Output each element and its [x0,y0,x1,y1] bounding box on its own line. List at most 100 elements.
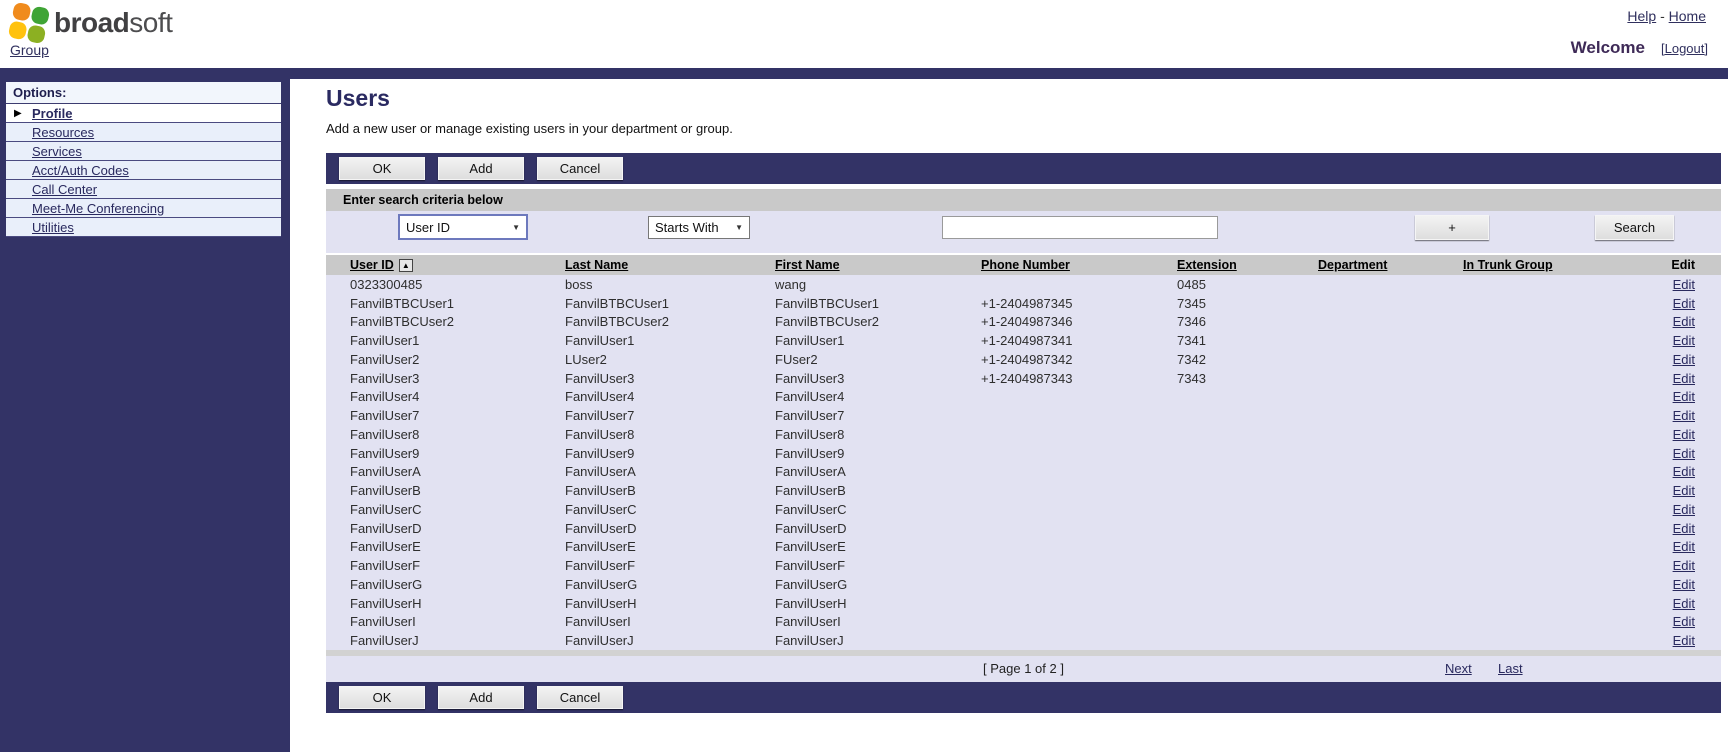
cell-phone [957,481,1153,500]
sidebar-item-services[interactable]: Services [6,142,281,161]
sidebar-item-resources[interactable]: Resources [6,123,281,142]
cancel-button[interactable]: Cancel [537,157,623,180]
edit-link[interactable]: Edit [1673,296,1695,311]
edit-link[interactable]: Edit [1673,577,1695,592]
search-button[interactable]: Search [1595,215,1674,240]
cell-edit: Edit [1626,613,1721,632]
cell-last-name: FanvilUserF [541,556,751,575]
logout-link[interactable]: [Logout] [1661,41,1708,56]
cell-first-name: FanvilUserH [751,594,957,613]
cell-last-name: LUser2 [541,350,751,369]
sidebar-item-label[interactable]: Resources [32,125,94,140]
cell-in-trunk-group [1439,463,1626,482]
sort-user-id-link[interactable]: User ID [350,258,394,272]
cell-edit: Edit [1626,538,1721,557]
edit-link[interactable]: Edit [1673,446,1695,461]
sort-first-name-link[interactable]: First Name [775,258,840,272]
ok-button[interactable]: OK [339,157,425,180]
edit-link[interactable]: Edit [1673,427,1695,442]
cell-first-name: FanvilUserE [751,538,957,557]
sidebar-item-label[interactable]: Utilities [32,220,74,235]
sidebar-item-meet-me-conferencing[interactable]: Meet-Me Conferencing [6,199,281,218]
search-input[interactable] [942,216,1218,239]
table-row: FanvilUser3FanvilUser3FanvilUser3+1-2404… [326,369,1721,388]
edit-link[interactable]: Edit [1673,502,1695,517]
help-link[interactable]: Help [1627,8,1656,24]
edit-link[interactable]: Edit [1673,539,1695,554]
cell-user-id: 0323300485 [326,275,541,294]
cell-edit: Edit [1626,519,1721,538]
add-criteria-button[interactable]: + [1415,215,1489,240]
sort-department-link[interactable]: Department [1318,258,1387,272]
cell-last-name: FanvilBTBCUser1 [541,294,751,313]
cell-department [1294,538,1439,557]
sort-extension-link[interactable]: Extension [1177,258,1237,272]
table-row: FanvilBTBCUser2FanvilBTBCUser2FanvilBTBC… [326,313,1721,332]
cell-extension [1153,519,1294,538]
cell-phone [957,463,1153,482]
table-row: FanvilUserJFanvilUserJFanvilUserJEdit [326,631,1721,650]
edit-link[interactable]: Edit [1673,352,1695,367]
users-table-body: 0323300485bosswang0485EditFanvilBTBCUser… [326,275,1721,650]
edit-link[interactable]: Edit [1673,521,1695,536]
edit-link[interactable]: Edit [1673,389,1695,404]
search-mode-select[interactable]: Starts With ▼ [648,216,750,239]
sidebar-item-label[interactable]: Meet-Me Conferencing [32,201,164,216]
edit-link[interactable]: Edit [1673,277,1695,292]
edit-link[interactable]: Edit [1673,333,1695,348]
sidebar-item-profile[interactable]: ▶Profile [6,104,281,123]
cell-department [1294,631,1439,650]
sidebar-item-label[interactable]: Services [32,144,82,159]
edit-link[interactable]: Edit [1673,408,1695,423]
sidebar-item-label[interactable]: Profile [32,106,72,121]
cell-first-name: FanvilUserG [751,575,957,594]
cell-user-id: FanvilBTBCUser2 [326,313,541,332]
sidebar-item-utilities[interactable]: Utilities [6,218,281,237]
add-button[interactable]: Add [438,157,524,180]
sort-last-name-link[interactable]: Last Name [565,258,628,272]
cell-last-name: boss [541,275,751,294]
cell-in-trunk-group [1439,538,1626,557]
cancel-button-bottom[interactable]: Cancel [537,686,623,709]
cell-department [1294,350,1439,369]
cell-user-id: FanvilUser2 [326,350,541,369]
edit-link[interactable]: Edit [1673,483,1695,498]
edit-link[interactable]: Edit [1673,633,1695,648]
sort-phone-number-link[interactable]: Phone Number [981,258,1070,272]
cell-extension: 7345 [1153,294,1294,313]
cell-extension: 7341 [1153,331,1294,350]
table-row: FanvilUserEFanvilUserEFanvilUserEEdit [326,538,1721,557]
cell-phone [957,406,1153,425]
search-field-select[interactable]: User ID ▼ [398,214,528,240]
edit-link[interactable]: Edit [1673,558,1695,573]
cell-last-name: FanvilUserB [541,481,751,500]
home-link[interactable]: Home [1669,8,1706,24]
cell-phone: +1-2404987345 [957,294,1153,313]
edit-link[interactable]: Edit [1673,464,1695,479]
cell-extension [1153,444,1294,463]
sidebar-item-label[interactable]: Acct/Auth Codes [32,163,129,178]
add-button-bottom[interactable]: Add [438,686,524,709]
breadcrumb-group-link[interactable]: Group [10,42,49,58]
sidebar-item-label[interactable]: Call Center [32,182,97,197]
sort-ascending-icon[interactable]: ▲ [399,259,413,272]
cell-last-name: FanvilUserC [541,500,751,519]
cell-first-name: FanvilUserB [751,481,957,500]
cell-in-trunk-group [1439,425,1626,444]
edit-link[interactable]: Edit [1673,596,1695,611]
cell-extension: 7342 [1153,350,1294,369]
table-row: 0323300485bosswang0485Edit [326,275,1721,294]
edit-link[interactable]: Edit [1673,371,1695,386]
ok-button-bottom[interactable]: OK [339,686,425,709]
edit-link[interactable]: Edit [1673,614,1695,629]
cell-first-name: FanvilUser4 [751,388,957,407]
cell-edit: Edit [1626,425,1721,444]
pagination-last-link[interactable]: Last [1498,656,1523,682]
sidebar-item-call-center[interactable]: Call Center [6,180,281,199]
cell-edit: Edit [1626,388,1721,407]
pagination-next-link[interactable]: Next [1445,656,1472,682]
sidebar-item-acct-auth-codes[interactable]: Acct/Auth Codes [6,161,281,180]
sort-in-trunk-group-link[interactable]: In Trunk Group [1463,258,1553,272]
edit-link[interactable]: Edit [1673,314,1695,329]
cell-in-trunk-group [1439,575,1626,594]
